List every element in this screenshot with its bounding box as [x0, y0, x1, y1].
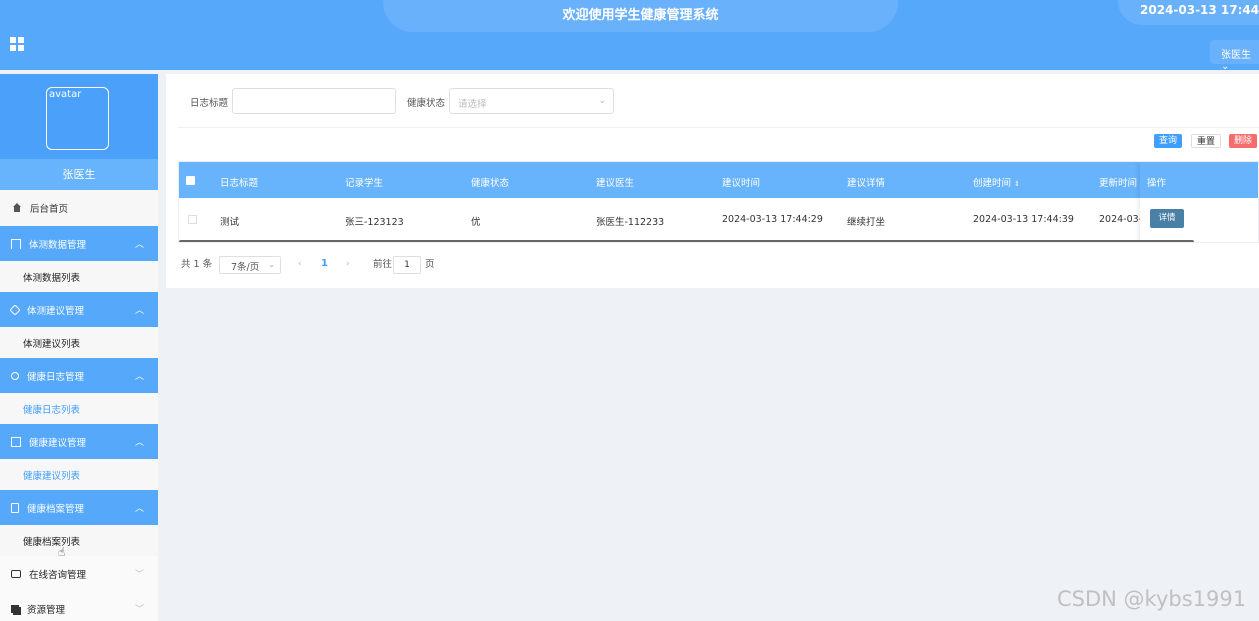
chat-icon: [11, 569, 21, 578]
divider: [178, 127, 1259, 128]
sort-icon[interactable]: ⇕: [1014, 180, 1020, 188]
chevron-up-icon: ︿: [134, 306, 144, 316]
system-title-text: 欢迎使用学生健康管理系统: [562, 8, 719, 23]
sidebar-item-body-advice-list[interactable]: 体测建议列表: [0, 327, 158, 358]
sidebar-item-home[interactable]: 后台首页: [0, 190, 158, 226]
column-header: 操作: [1140, 162, 1258, 198]
chevron-up-icon: ︿: [134, 438, 144, 448]
page-size-value: 7条/页: [231, 262, 260, 273]
column-header: 日志标题: [220, 178, 259, 189]
next-page-icon[interactable]: ›: [346, 259, 350, 269]
sidebar: avatar 张医生 后台首页 体测数据管理 ︿ 体测数据列表 体测建议管理 ︿…: [0, 74, 158, 621]
column-header-label: 更新时间: [1099, 178, 1138, 189]
select-all-checkbox[interactable]: [186, 176, 195, 185]
copy-icon: [11, 604, 19, 613]
chevron-down-icon: ⌄: [598, 96, 606, 106]
chevron-down-icon: ﹀: [134, 570, 144, 580]
delete-button[interactable]: 删除: [1229, 134, 1258, 148]
sidebar-item-health-log-list[interactable]: 健康日志列表: [0, 393, 158, 424]
table-header: 日志标题 记录学生 健康状态 建议医生 建议时间 建议详情 创建时间 ⇕ 更新时间…: [179, 162, 1258, 198]
query-button[interactable]: 查询: [1154, 134, 1183, 148]
table-cell: 2024-03-13 17:44:29: [722, 214, 823, 225]
table-cell: 张医生-112233: [596, 217, 665, 228]
row-checkbox[interactable]: [188, 215, 197, 224]
prev-page-icon[interactable]: ‹: [298, 259, 302, 269]
page-number-current[interactable]: 1: [321, 258, 328, 269]
sidebar-group-label: 体测建议管理: [27, 305, 85, 317]
status-select[interactable]: 请选择 ⌄: [449, 88, 614, 114]
page-size-select[interactable]: 7条/页 ⌄: [219, 256, 281, 274]
column-header: 建议时间: [722, 178, 761, 189]
column-header-label: 创建时间: [973, 178, 1012, 189]
title-search-label: 日志标题: [190, 98, 229, 109]
avatar: avatar: [46, 87, 109, 150]
chevron-down-icon: ﹀: [134, 605, 144, 615]
sun-icon: [11, 371, 19, 380]
table-cell: 优: [471, 217, 481, 228]
chevron-up-icon: ︿: [134, 240, 144, 250]
action-column: 操作 详情: [1140, 162, 1258, 242]
sidebar-item-health-advice-list[interactable]: 健康建议列表: [0, 459, 158, 490]
page-unit-label: 页: [425, 259, 435, 270]
column-header: 建议详情: [847, 178, 886, 189]
column-header: 建议医生: [596, 178, 635, 189]
status-search-label: 健康状态: [407, 98, 446, 109]
sidebar-item-body-data-list[interactable]: 体测数据列表: [0, 261, 158, 292]
column-header-sortable[interactable]: 创建时间 ⇕: [973, 175, 1020, 189]
tag-icon: [9, 303, 21, 316]
table-cell: 测试: [220, 217, 240, 228]
chevron-up-icon: ︿: [134, 504, 144, 514]
sidebar-item-label: 后台首页: [30, 204, 69, 215]
status-select-placeholder: 请选择: [458, 99, 487, 110]
data-table: 日志标题 记录学生 健康状态 建议医生 建议时间 建议详情 创建时间 ⇕ 更新时间…: [178, 161, 1259, 243]
main-panel: 日志标题 健康状态 请选择 ⌄ 查询 重置 删除 日志标题 记录学生 健康状态 …: [166, 74, 1259, 288]
sidebar-group-label: 健康建议管理: [29, 437, 87, 449]
sidebar-group-body-advice[interactable]: 体测建议管理 ︿: [0, 292, 158, 327]
table-cell: 2024-03-13 17:44:39: [973, 214, 1074, 225]
table-cell: 继续打坐: [847, 217, 886, 228]
chevron-down-icon: ⌄: [268, 260, 275, 269]
sidebar-group-label: 在线咨询管理: [29, 569, 87, 581]
datetime-display: 2024-03-13 17:44:4: [1118, 0, 1259, 25]
horizontal-scrollbar[interactable]: [179, 240, 1194, 242]
detail-button[interactable]: 详情: [1150, 209, 1184, 228]
goto-label: 前往: [373, 259, 393, 270]
column-header: 健康状态: [471, 178, 510, 189]
profile-panel: avatar 张医生: [0, 74, 158, 190]
sidebar-group-label: 健康档案管理: [27, 503, 85, 515]
bookmark-icon: [11, 238, 21, 249]
sidebar-group-body-data[interactable]: 体测数据管理 ︿: [0, 226, 158, 261]
sidebar-group-resources[interactable]: 资源管理 ﹀: [0, 591, 158, 621]
sidebar-group-label: 健康日志管理: [27, 371, 85, 383]
sidebar-group-health-record[interactable]: 健康档案管理 ︿: [0, 490, 158, 525]
table-cell: 张三-123123: [345, 217, 404, 228]
title-search-input[interactable]: [232, 88, 396, 114]
goto-page-input[interactable]: 1: [393, 256, 421, 274]
reset-button[interactable]: 重置: [1191, 134, 1222, 148]
profile-name: 张医生: [0, 159, 158, 190]
column-header: 记录学生: [345, 178, 384, 189]
sidebar-group-label: 体测数据管理: [29, 239, 87, 251]
grid-menu-icon[interactable]: [10, 37, 24, 51]
inbox-icon: [11, 436, 21, 447]
sidebar-group-label: 资源管理: [27, 604, 66, 616]
sidebar-item-health-record-list[interactable]: 健康档案列表: [0, 525, 158, 556]
column-header-sortable[interactable]: 更新时间⇕: [1099, 175, 1146, 189]
mouse-cursor-icon: ☝: [58, 545, 66, 559]
user-dropdown-button[interactable]: 张医生⌄: [1210, 40, 1259, 72]
sidebar-group-consultation[interactable]: 在线咨询管理 ﹀: [0, 556, 158, 591]
chevron-up-icon: ︿: [134, 372, 144, 382]
table-row: 测试 张三-123123 优 张医生-112233 2024-03-13 17:…: [179, 199, 1258, 239]
top-header: 欢迎使用学生健康管理系统 2024-03-13 17:44:4 张医生⌄: [0, 0, 1259, 72]
clipboard-icon: [11, 502, 19, 513]
system-title: 欢迎使用学生健康管理系统: [383, 0, 898, 32]
sidebar-group-health-advice[interactable]: 健康建议管理 ︿: [0, 424, 158, 459]
watermark: CSDN @kybs1991: [1057, 587, 1247, 611]
pager-total: 共 1 条: [181, 259, 213, 270]
sidebar-group-health-log[interactable]: 健康日志管理 ︿: [0, 358, 158, 393]
home-icon: [12, 203, 22, 213]
